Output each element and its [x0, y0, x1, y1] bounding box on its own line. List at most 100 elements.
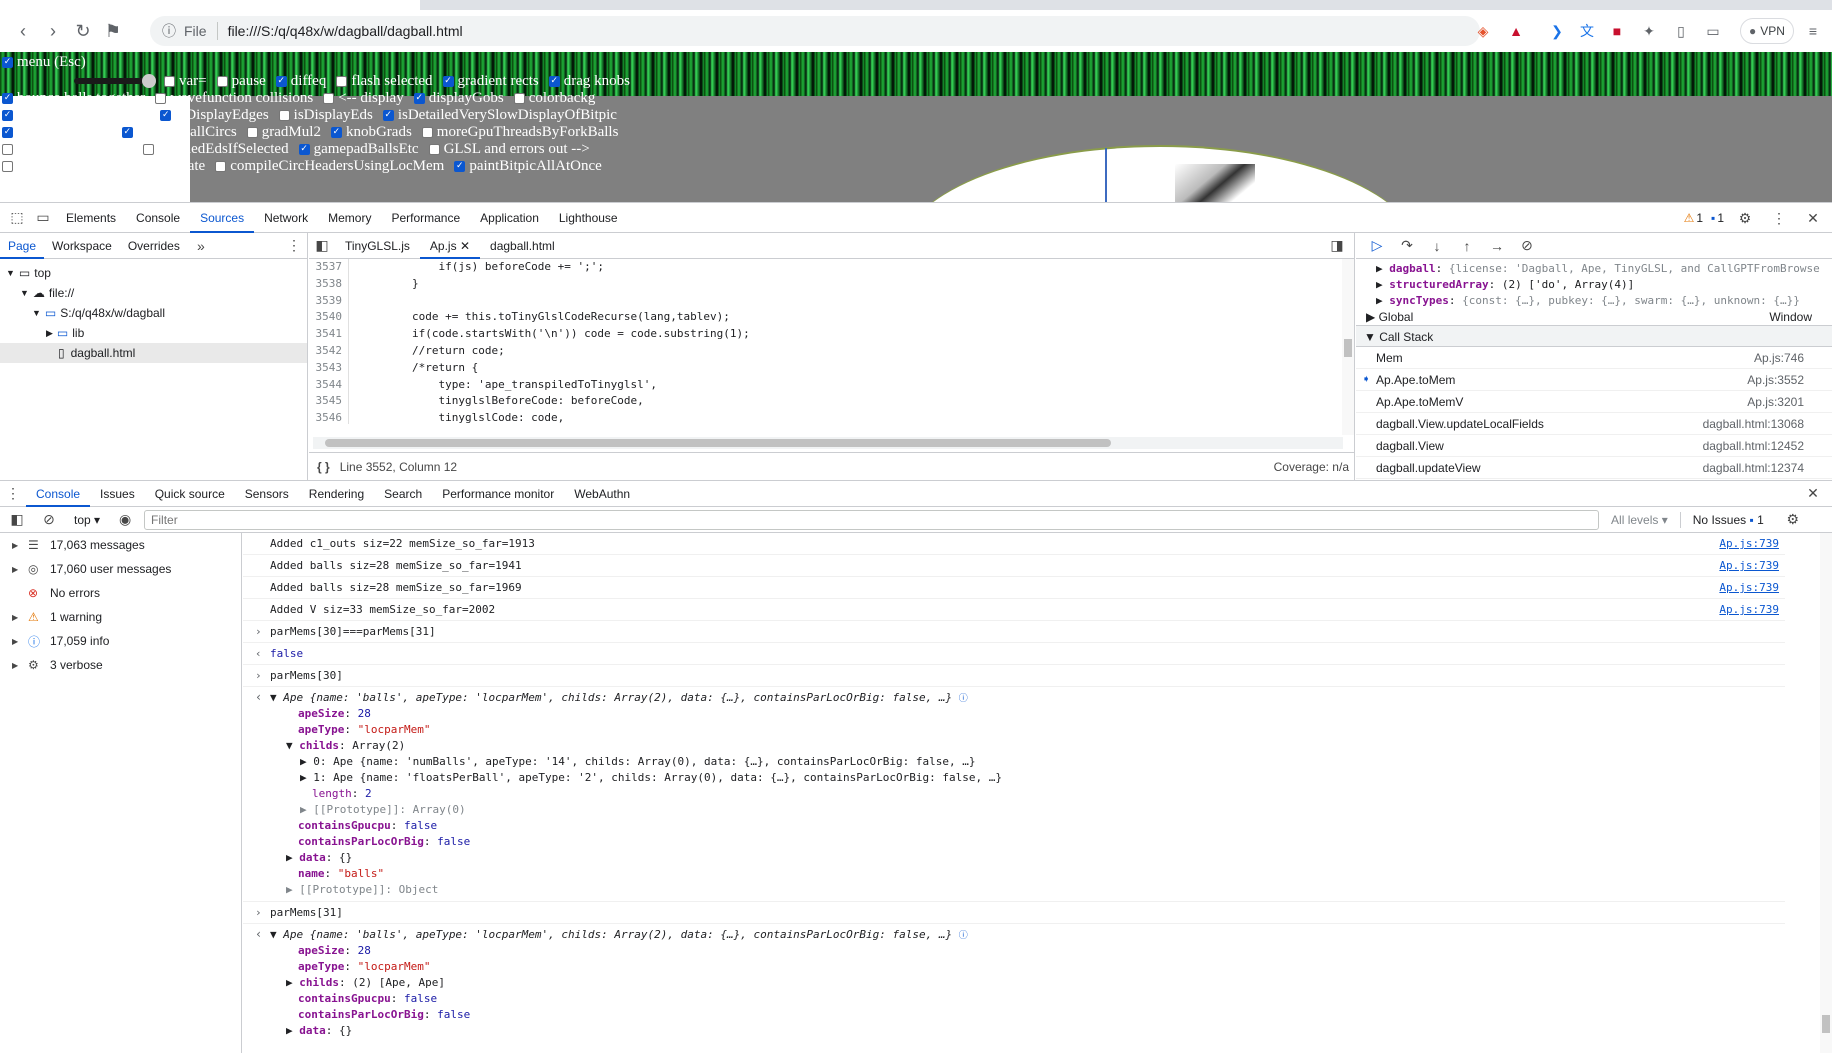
- clear-console-icon[interactable]: ⊘: [36, 507, 62, 533]
- call-stack-frame[interactable]: ➧ Ap.Ape.toMem Ap.js:3552: [1356, 369, 1832, 391]
- wallet-icon[interactable]: ▭: [1700, 18, 1726, 44]
- menu-option[interactable]: pause: [216, 73, 266, 90]
- drawer-tab-quick-source[interactable]: Quick source: [145, 481, 235, 507]
- line-number[interactable]: 3542: [309, 342, 349, 360]
- log-levels-dropdown[interactable]: All levels ▾: [1611, 513, 1668, 527]
- call-stack-header[interactable]: ▼ Call Stack: [1356, 325, 1832, 347]
- context-selector[interactable]: top ▾: [74, 513, 100, 527]
- code-lines[interactable]: 3537 if(js) beforeCode += ';'; 3538 } 3539…: [309, 259, 1355, 424]
- menu-option[interactable]: ✓ drag knobs: [548, 73, 630, 90]
- call-stack-frame[interactable]: dagball.View dagball.html:12452: [1356, 435, 1832, 457]
- tab-lighthouse[interactable]: Lighthouse: [549, 203, 628, 233]
- menu-option[interactable]: ✓ isDisplayEdges: [160, 107, 269, 124]
- expand-arrow-icon[interactable]: ▶: [12, 613, 20, 622]
- prop-prototype-object[interactable]: ▶ [[Prototype]]: Object: [270, 882, 1785, 898]
- menu-option-checkbox[interactable]: ✓: [298, 143, 310, 155]
- menu-option-checkbox[interactable]: ✓: [548, 75, 560, 87]
- line-number[interactable]: 3540: [309, 309, 349, 327]
- menu-option[interactable]: gradMul2: [246, 124, 321, 141]
- menu-icon[interactable]: ≡: [1800, 18, 1826, 44]
- info-icon[interactable]: ⓘ: [959, 694, 968, 704]
- menu-option-checkbox[interactable]: ✓: [275, 75, 287, 87]
- vpn-button[interactable]: ● VPN: [1740, 18, 1794, 44]
- gear-icon[interactable]: ⚙: [1732, 205, 1758, 231]
- menu-option-checkbox[interactable]: [2, 143, 13, 155]
- line-number[interactable]: 3538: [309, 275, 349, 293]
- console-sidebar-item[interactable]: ▶ ☰ 17,063 messages: [0, 533, 241, 557]
- drawer-tab-search[interactable]: Search: [374, 481, 432, 507]
- menu-option[interactable]: ✓ isDetailedVerySlowDisplayOfBitpic: [382, 107, 617, 124]
- menu-option-checkbox[interactable]: [164, 75, 175, 87]
- tree-item-top[interactable]: ▼ ▭ top: [0, 263, 307, 283]
- console-filter-input[interactable]: [144, 509, 1600, 530]
- line-number[interactable]: 3545: [309, 393, 349, 411]
- menu-option[interactable]: ✓ isDisplayCircOutlines: [2, 107, 150, 124]
- child-entry-0[interactable]: ▶ 0: Ape {name: 'numBalls', apeType: '14…: [270, 754, 1785, 770]
- device-toolbar-icon[interactable]: ▭: [30, 205, 56, 231]
- url-text[interactable]: file:///S:/q/q48x/w/dagball/dagball.html: [228, 23, 463, 39]
- drawer-tab-issues[interactable]: Issues: [90, 481, 145, 507]
- tab-sources[interactable]: Sources: [190, 203, 255, 233]
- close-drawer-icon[interactable]: ✕: [1800, 481, 1826, 507]
- expand-arrow-icon[interactable]: ▶: [12, 661, 20, 670]
- menu-checkbox[interactable]: ✓: [2, 56, 13, 68]
- menu-option-checkbox[interactable]: [215, 160, 227, 172]
- call-stack-frame[interactable]: Ap.Ape.toMemV Ap.js:3201: [1356, 391, 1832, 413]
- menu-option[interactable]: var=: [164, 73, 207, 90]
- prop-childs[interactable]: ▼ childs: Array(2): [270, 738, 1785, 754]
- menu-option-checkbox[interactable]: ✓: [454, 160, 466, 172]
- drawer-tab-webauthn[interactable]: WebAuthn: [564, 481, 640, 507]
- var-slider[interactable]: [74, 74, 156, 88]
- warning-badge[interactable]: ⚠ 1: [1684, 211, 1703, 225]
- log-source-link[interactable]: Ap.js:739: [1719, 577, 1779, 599]
- active-tab[interactable]: [0, 0, 420, 10]
- line-number[interactable]: 3541: [309, 326, 349, 343]
- tree-item-folder[interactable]: ▼ ▭ S:/q/q48x/w/dagball: [0, 303, 307, 323]
- menu-option[interactable]: ✓ displayBallCircs: [121, 124, 237, 141]
- menu-option[interactable]: ✓ paintBitpicAllAtOnce: [454, 158, 602, 175]
- log-source-link[interactable]: Ap.js:739: [1719, 533, 1779, 555]
- menu-option[interactable]: moreGpuThreadsByForkBalls: [421, 124, 618, 141]
- line-number[interactable]: 3546: [309, 410, 349, 424]
- menu-option-checkbox[interactable]: ✓: [382, 109, 394, 121]
- file-tab-dagball-html[interactable]: dagball.html: [480, 233, 565, 259]
- scrollbar-thumb[interactable]: [325, 439, 1111, 447]
- menu-option[interactable]: colorbackg: [513, 90, 595, 107]
- menu-option-checkbox[interactable]: [513, 92, 525, 104]
- vertical-scrollbar[interactable]: [1342, 259, 1354, 435]
- console-scrollbar[interactable]: [1820, 533, 1832, 1053]
- menu-option-checkbox[interactable]: [155, 92, 167, 104]
- menu-option-checkbox[interactable]: ✓: [160, 109, 172, 121]
- console-sidebar-item[interactable]: ▶ ⚠ 1 warning: [0, 605, 241, 629]
- menu-option[interactable]: ✓ knobGrads: [330, 124, 412, 141]
- menu-option-checkbox[interactable]: ✓: [413, 92, 425, 104]
- console-sidebar-item[interactable]: ▶ ⚙ 3 verbose: [0, 653, 241, 677]
- prop-prototype-array[interactable]: ▶ [[Prototype]]: Array(0): [270, 802, 1785, 818]
- step-out-icon[interactable]: ↑: [1454, 233, 1480, 259]
- menu-option[interactable]: ✓ diffeq: [275, 73, 326, 90]
- scrollbar-thumb[interactable]: [1822, 1015, 1830, 1033]
- tab-console[interactable]: Console: [126, 203, 190, 233]
- call-stack-frame[interactable]: dagball.View.updateLocalFields dagball.ht…: [1356, 413, 1832, 435]
- menu-option-checkbox[interactable]: [246, 126, 258, 138]
- menu-option[interactable]: wavefunction collisions: [155, 90, 313, 107]
- drawer-tab-console[interactable]: Console: [26, 481, 91, 507]
- tab-memory[interactable]: Memory: [318, 203, 381, 233]
- tab-workspace[interactable]: Workspace: [44, 233, 120, 259]
- message-badge[interactable]: ▪ 1: [1711, 211, 1724, 225]
- call-stack-frame[interactable]: dagball.updateView dagball.html:12374: [1356, 457, 1832, 479]
- menu-option[interactable]: ✓ gradient rects: [442, 73, 539, 90]
- close-icon[interactable]: ✕: [1800, 205, 1826, 231]
- menu-option[interactable]: detailedEdsIfSelected: [142, 141, 289, 158]
- resume-icon[interactable]: ▷: [1364, 233, 1390, 259]
- sidebar-icon[interactable]: ▯: [1668, 18, 1694, 44]
- drawer-menu-icon[interactable]: ⋮: [0, 481, 26, 507]
- menu-option-checkbox[interactable]: [142, 143, 154, 155]
- toggle-navigator-icon[interactable]: ◧: [309, 233, 335, 259]
- child-entry-1[interactable]: ▶ 1: Ape {name: 'floatsPerBall', apeType…: [270, 770, 1785, 786]
- pretty-print-icon[interactable]: { }: [317, 460, 330, 474]
- menu-option[interactable]: flash selected: [336, 73, 433, 90]
- console-sidebar-item[interactable]: ▶ ◎ 17,060 user messages: [0, 557, 241, 581]
- line-number[interactable]: 3539: [309, 292, 349, 310]
- rewards-icon[interactable]: ▲: [1503, 18, 1529, 44]
